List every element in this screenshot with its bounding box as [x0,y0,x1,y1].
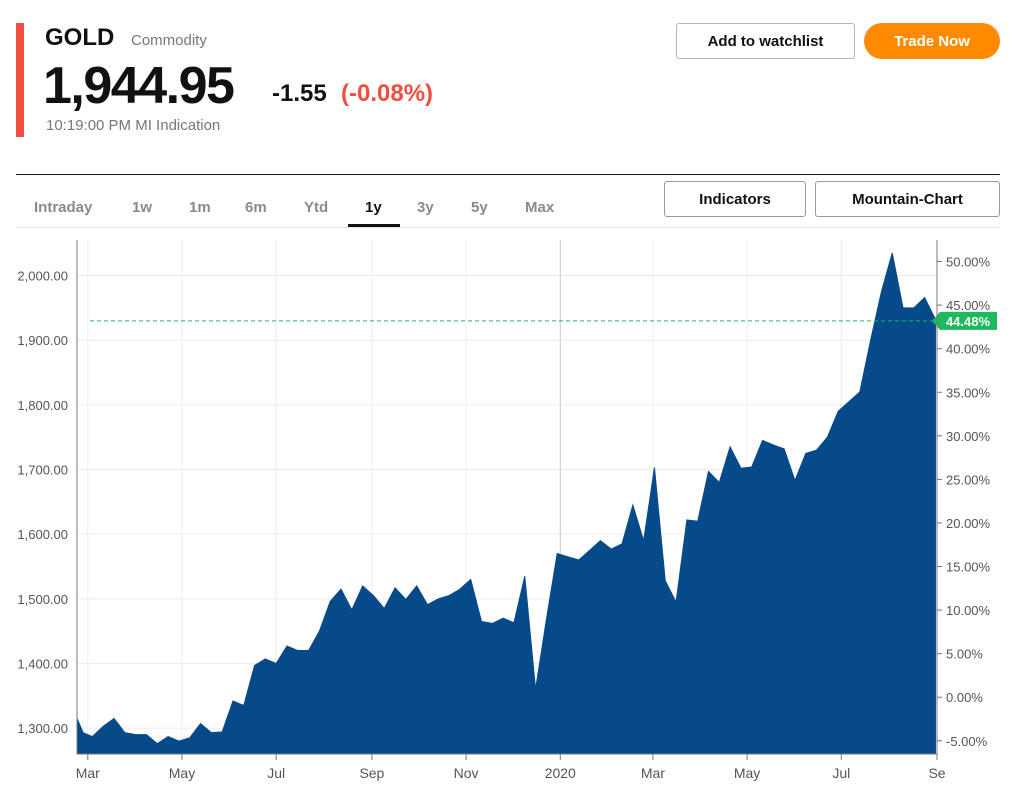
y-tick-label: 1,900.00 [17,333,68,348]
x-tick-label: Sep [359,765,384,781]
y2-tick-label: 35.00% [946,385,991,400]
x-tick-label: May [734,765,760,781]
y-tick-label: 1,500.00 [17,592,68,607]
tab-3y[interactable]: 3y [417,199,434,216]
trade-now-button[interactable]: Trade Now [864,23,1000,59]
y2-tick-label: 0.00% [946,690,983,705]
y2-tick-label: 25.00% [946,472,991,487]
y2-tick-label: 10.00% [946,603,991,618]
quote-timestamp: 10:19:00 PM MI Indication [46,117,221,134]
reference-line-group: 44.48% [90,311,997,330]
indicators-button[interactable]: Indicators [664,181,806,217]
last-price-badge-label: 44.48% [946,314,991,329]
x-tick-label: Jul [267,765,285,781]
accent-bar [16,23,24,137]
tab-1w[interactable]: 1w [132,199,152,216]
tab-5y[interactable]: 5y [471,199,488,216]
x-tick-label: Mar [76,765,100,781]
y-tick-label: 1,400.00 [17,656,68,671]
y-tick-label: 1,600.00 [17,527,68,542]
tabs-divider [16,227,1000,228]
tab-1m[interactable]: 1m [189,199,211,216]
tab-1y[interactable]: 1y [365,199,382,216]
tab-6m[interactable]: 6m [245,199,267,216]
chart-type-button[interactable]: Mountain-Chart [815,181,1000,217]
header-divider [16,174,1000,175]
x-tick-label: Nov [454,765,479,781]
last-price: 1,944.95 [43,57,235,115]
y2-tick-label: 50.00% [946,255,991,270]
asset-symbol: GOLD [45,24,115,51]
price-change: -1.55 [272,80,327,107]
y-tick-label: 2,000.00 [17,269,68,284]
y2-tick-label: 30.00% [946,429,991,444]
x-tick-label: Se [928,765,945,781]
price-chart[interactable]: 44.48% 1,300.00 1,400.00 1,500.00 1,600.00 1… [0,232,1015,792]
y2-tick-label: 40.00% [946,342,991,357]
y-tick-label: 1,800.00 [17,398,68,413]
asset-type: Commodity [131,32,207,49]
y2-tick-label: -5.00% [946,734,988,749]
add-to-watchlist-button[interactable]: Add to watchlist [676,23,855,59]
x-tick-label: May [169,765,195,781]
x-tick-label: Jul [832,765,850,781]
tab-intraday[interactable]: Intraday [34,199,92,216]
y-tick-label: 1,700.00 [17,463,68,478]
y2-tick-label: 20.00% [946,516,991,531]
x-tick-label: Mar [641,765,665,781]
chart-area [76,252,936,755]
price-area-series [76,252,936,755]
y2-tick-label: 5.00% [946,647,983,662]
y2-tick-label: 15.00% [946,560,991,575]
y2-tick-label: 45.00% [946,298,991,313]
tab-max[interactable]: Max [525,199,554,216]
y-tick-label: 1,300.00 [17,721,68,736]
tab-ytd[interactable]: Ytd [304,199,328,216]
price-change-percent: (-0.08%) [341,80,434,107]
x-tick-label: 2020 [545,765,576,781]
